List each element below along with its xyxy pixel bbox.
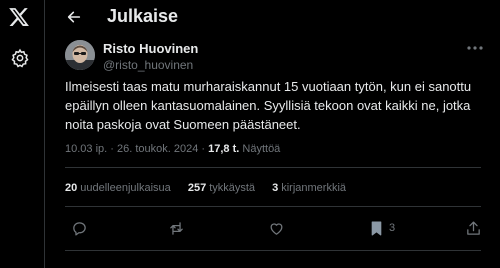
like-button[interactable]: [268, 219, 285, 237]
repost-icon: [170, 221, 183, 235]
reposts-count: 20: [65, 182, 78, 194]
share-icon: [467, 220, 480, 235]
reply-button[interactable]: [71, 219, 88, 237]
post-column: Julkaise Risto Huovinen @risto_huovinen …: [44, 0, 500, 268]
meta-separator-2: ·: [201, 143, 206, 155]
bookmark-count: 3: [389, 222, 396, 234]
reply-icon: [73, 221, 86, 236]
gear-icon[interactable]: [10, 48, 30, 68]
tweet-meta: 10.03 ip. · 26. toukok. 2024 · 17,8 t. N…: [65, 143, 280, 155]
divider: [65, 167, 481, 168]
likes-stat[interactable]: 257 tykkäystä: [188, 182, 255, 194]
reposts-label: uudelleenjulkaisua: [80, 182, 171, 194]
back-arrow-icon[interactable]: [66, 9, 82, 25]
x-logo-icon[interactable]: [8, 6, 30, 28]
header: Julkaise: [45, 0, 500, 34]
bookmark-icon: [371, 221, 382, 235]
bookmarks-count: 3: [272, 182, 279, 194]
heart-icon: [270, 222, 283, 235]
bookmarks-stat[interactable]: 3 kirjanmerkkiä: [272, 182, 346, 194]
bookmark-button[interactable]: 3: [368, 219, 395, 237]
reposts-stat[interactable]: 20 uudelleenjulkaisua: [65, 182, 171, 194]
page-title: Julkaise: [107, 6, 179, 26]
share-button[interactable]: [465, 219, 482, 237]
bookmarks-label: kirjanmerkkiä: [281, 182, 347, 194]
sidebar: [0, 0, 44, 268]
author-handle[interactable]: @risto_huovinen: [103, 58, 193, 72]
divider: [65, 206, 481, 207]
engagement-stats: 20 uudelleenjulkaisua 257 tykkäystä 3 kirja…: [65, 182, 360, 194]
repost-button[interactable]: [168, 219, 185, 237]
divider: [65, 250, 481, 251]
views-count: 17,8 t.: [208, 143, 240, 155]
tweet-time[interactable]: 10.03 ip.: [65, 143, 107, 155]
likes-label: tykkäystä: [209, 182, 256, 194]
meta-separator: ·: [110, 143, 114, 155]
tweet-date[interactable]: 26. toukok. 2024: [117, 143, 198, 155]
likes-count: 257: [187, 182, 207, 194]
views-label: Näyttöä: [242, 143, 281, 155]
more-options-icon[interactable]: [466, 41, 484, 53]
avatar[interactable]: [65, 40, 95, 70]
author-name[interactable]: Risto Huovinen: [103, 41, 198, 56]
tweet-text: Ilmeisesti taas matu murharaiskannut 15 …: [65, 79, 472, 132]
